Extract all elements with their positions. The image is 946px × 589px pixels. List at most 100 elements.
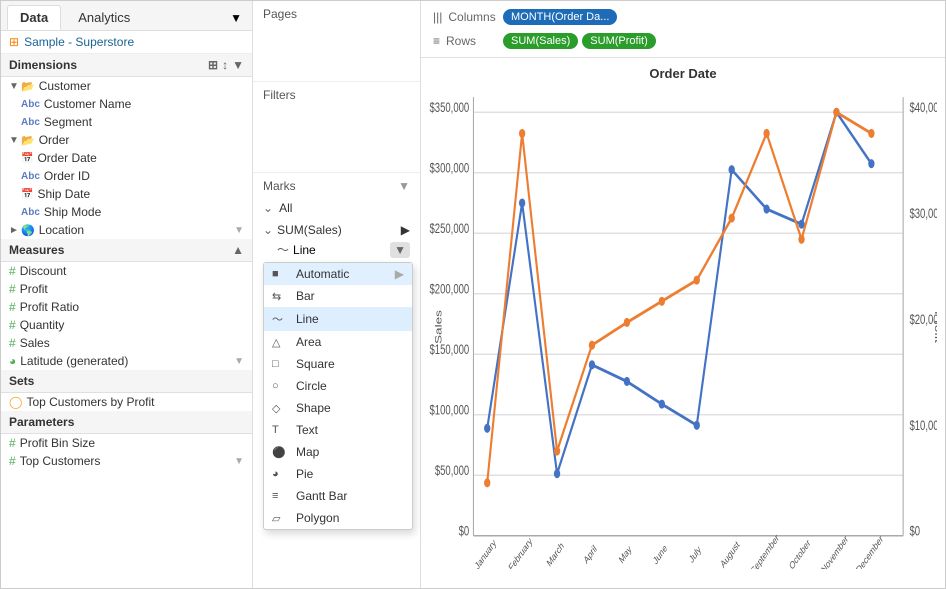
quantity-label: Quantity — [20, 318, 65, 332]
dropdown-item-pie[interactable]: ◕ Pie — [264, 463, 412, 485]
dropdown-item-text[interactable]: T Text — [264, 419, 412, 441]
svg-text:$200,000: $200,000 — [430, 282, 470, 297]
measures-header: Measures ▲ — [1, 239, 252, 262]
item-profit-ratio[interactable]: # Profit Ratio — [1, 298, 252, 316]
item-sales[interactable]: # Sales — [1, 334, 252, 352]
item-ship-date[interactable]: 📅 Ship Date — [1, 185, 252, 203]
item-ship-mode[interactable]: Abc Ship Mode — [1, 203, 252, 221]
rows-pill-profit[interactable]: SUM(Profit) — [582, 33, 655, 49]
data-source-row[interactable]: ⊞ Sample - Superstore — [1, 31, 252, 54]
line-dropdown-arrow[interactable]: ▼ — [390, 242, 410, 258]
auto-icon: ■ — [272, 268, 290, 280]
dropdown-item-map[interactable]: ⚫ Map — [264, 441, 412, 463]
item-profit[interactable]: # Profit — [1, 280, 252, 298]
folder-icon-order: 📂 — [21, 134, 35, 147]
dropdown-item-bar[interactable]: ⇆ Bar — [264, 285, 412, 307]
item-order-id[interactable]: Abc Order ID — [1, 167, 252, 185]
group-location-label: Location — [39, 223, 84, 237]
group-customer[interactable]: ▼ 📂 Customer — [1, 77, 252, 95]
item-discount[interactable]: # Discount — [1, 262, 252, 280]
polygon-icon: ▱ — [272, 512, 290, 525]
tab-analytics[interactable]: Analytics — [65, 5, 143, 30]
item-quantity[interactable]: # Quantity — [1, 316, 252, 334]
tab-data[interactable]: Data — [7, 5, 61, 30]
svg-text:March: March — [545, 540, 565, 569]
circle-label: Circle — [296, 379, 327, 393]
line-item-label: Line — [296, 312, 319, 326]
dropdown-item-square[interactable]: □ Square — [264, 353, 412, 375]
cursor-icon: ▶ — [395, 267, 404, 281]
folder-icon-customer: 📂 — [21, 80, 35, 93]
tab-arrow[interactable]: ▼ — [226, 5, 246, 30]
svg-text:Sales: Sales — [434, 310, 445, 344]
discount-label: Discount — [20, 264, 67, 278]
rows-shelf: ≡ Rows SUM(Sales) SUM(Profit) — [429, 29, 937, 53]
columns-icon: ||| — [433, 10, 442, 24]
sets-header: Sets — [1, 370, 252, 393]
chevron-all: ⌄ — [263, 201, 273, 215]
item-latitude[interactable]: ◕ Latitude (generated) ▼ — [1, 352, 252, 370]
item-customer-name[interactable]: Abc Customer Name — [1, 95, 252, 113]
svg-text:$10,000: $10,000 — [909, 418, 937, 433]
bar-label: Bar — [296, 289, 315, 303]
sort-icon[interactable]: ↕ — [222, 58, 228, 72]
order-id-label: Order ID — [44, 169, 90, 183]
dropdown-item-shape[interactable]: ◇ Shape — [264, 397, 412, 419]
columns-text: Columns — [448, 10, 495, 24]
columns-pill[interactable]: MONTH(Order Da... — [503, 9, 617, 25]
dropdown-item-gantt[interactable]: ≡ Gantt Bar — [264, 485, 412, 507]
expand-icon[interactable]: ▼ — [232, 58, 244, 72]
filters-label: Filters — [263, 88, 410, 102]
dropdown-item-circle[interactable]: ○ Circle — [264, 375, 412, 397]
rows-label: ≡ Rows — [433, 34, 503, 48]
item-profit-bin-size[interactable]: # Profit Bin Size — [1, 434, 252, 452]
grid-icon[interactable]: ⊞ — [208, 58, 218, 72]
item-top-customers[interactable]: ◯ Top Customers by Profit — [1, 393, 252, 411]
item-order-date[interactable]: 📅 Order Date — [1, 149, 252, 167]
top-customers-label: Top Customers by Profit — [26, 395, 154, 409]
polygon-label: Polygon — [296, 511, 339, 525]
columns-pill-label: MONTH(Order Da... — [511, 11, 609, 23]
shape-icon: ◇ — [272, 402, 290, 415]
expand-order: ▼ — [9, 135, 21, 146]
rows-pill-sales[interactable]: SUM(Sales) — [503, 33, 578, 49]
sum-sales-expand: ▶ — [401, 223, 410, 237]
dropdown-item-automatic[interactable]: ■ Automatic ▶ — [264, 263, 412, 285]
parameters-header: Parameters — [1, 411, 252, 434]
automatic-label: Automatic — [296, 267, 349, 281]
sidebar-tabs: Data Analytics ▼ — [1, 1, 252, 31]
measures-label: Measures — [9, 243, 64, 257]
dropdown-item-area[interactable]: △ Area — [264, 331, 412, 353]
latitude-label: Latitude (generated) — [20, 354, 128, 368]
marks-arrow: ▼ — [398, 179, 410, 193]
gantt-label: Gantt Bar — [296, 489, 347, 503]
hash-icon-quantity: # — [9, 318, 16, 332]
marks-all: ⌄ All — [263, 199, 410, 217]
dimensions-icons: ⊞ ↕ ▼ — [208, 58, 244, 72]
chart-area: ||| Columns MONTH(Order Da... ≡ Rows SUM… — [421, 1, 945, 588]
svg-text:December: December — [855, 533, 885, 569]
dropdown-item-line[interactable]: 〜 Line — [264, 307, 412, 331]
all-label: All — [279, 201, 292, 215]
dimensions-header: Dimensions ⊞ ↕ ▼ — [1, 54, 252, 77]
svg-text:$100,000: $100,000 — [430, 403, 470, 418]
svg-text:$0: $0 — [459, 524, 470, 539]
marks-type-dropdown: ■ Automatic ▶ ⇆ Bar 〜 Line — [263, 262, 413, 530]
group-order[interactable]: ▼ 📂 Order — [1, 131, 252, 149]
expand-location: ► — [9, 225, 21, 236]
datasource-label: Sample - Superstore — [24, 35, 134, 49]
dropdown-item-polygon[interactable]: ▱ Polygon — [264, 507, 412, 529]
rows-icon: ≡ — [433, 34, 440, 48]
item-segment[interactable]: Abc Segment — [1, 113, 252, 131]
rows-pill-sales-label: SUM(Sales) — [511, 35, 570, 47]
svg-text:$250,000: $250,000 — [430, 222, 470, 237]
gantt-icon: ≡ — [272, 490, 290, 502]
bar-icon: ⇆ — [272, 290, 290, 303]
item-top-customers-param[interactable]: # Top Customers ▼ — [1, 452, 252, 470]
pages-section: Pages — [253, 1, 420, 82]
top-customers-param-label: Top Customers — [20, 454, 101, 468]
svg-text:July: July — [688, 543, 703, 565]
dimensions-label: Dimensions — [9, 58, 77, 72]
ship-mode-label: Ship Mode — [44, 205, 101, 219]
group-location[interactable]: ► 🌎 Location ▼ — [1, 221, 252, 239]
